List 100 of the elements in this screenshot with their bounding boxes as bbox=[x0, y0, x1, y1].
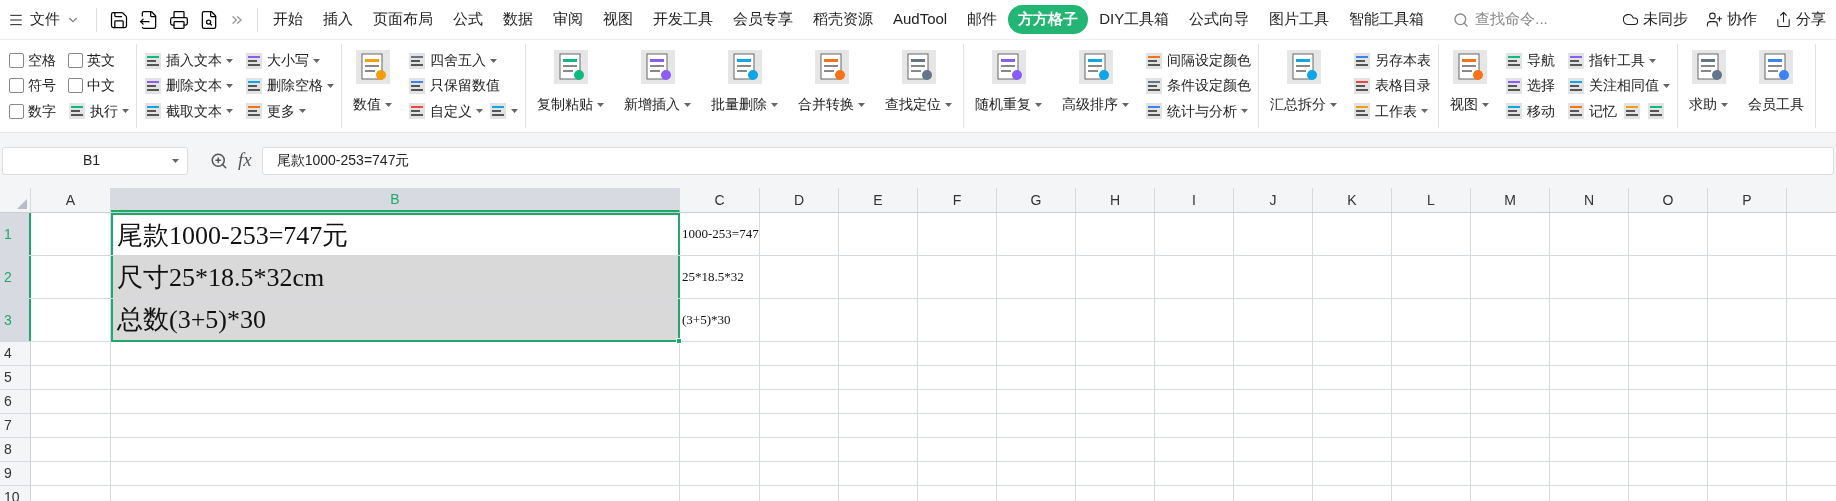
ribbon-button[interactable]: 删除文本 bbox=[144, 75, 233, 97]
ribbon-button[interactable]: 工作表 bbox=[1353, 100, 1428, 122]
ribbon-button[interactable]: 四舍五入 bbox=[408, 50, 497, 72]
ribbon-button[interactable]: 只保留数值 bbox=[408, 75, 500, 97]
ribbon-large-button[interactable]: 视图 bbox=[1446, 44, 1493, 128]
row-header[interactable]: 9 bbox=[0, 462, 31, 485]
column-header[interactable]: F bbox=[918, 188, 997, 212]
file-menu-button[interactable]: 文件 bbox=[8, 8, 90, 31]
checkbox[interactable] bbox=[68, 53, 83, 69]
column-header[interactable]: N bbox=[1550, 188, 1629, 212]
function-label[interactable]: fx bbox=[238, 146, 252, 175]
row-header[interactable]: 7 bbox=[0, 414, 31, 437]
ribbon-button[interactable]: 指针工具 bbox=[1567, 50, 1656, 72]
formula-field[interactable]: 尾款1000-253=747元 bbox=[261, 146, 1834, 175]
ribbon-button[interactable]: 删除空格 bbox=[245, 75, 334, 97]
ribbon-large-button[interactable]: 求助 bbox=[1685, 44, 1732, 128]
ribbon-button[interactable]: 选择 bbox=[1505, 75, 1555, 97]
ribbon-large-button[interactable]: 会员工具 bbox=[1744, 44, 1808, 128]
ribbon-button[interactable]: 表格目录 bbox=[1353, 75, 1431, 97]
menu-tab[interactable]: 视图 bbox=[594, 5, 642, 34]
menu-tab[interactable]: 页面布局 bbox=[364, 5, 442, 34]
menu-tab[interactable]: 插入 bbox=[314, 5, 362, 34]
menu-tab[interactable]: 开发工具 bbox=[644, 5, 722, 34]
checkbox-option[interactable]: 中文 bbox=[68, 75, 115, 97]
column-header[interactable]: H bbox=[1076, 188, 1155, 212]
menu-tab[interactable]: 会员专享 bbox=[724, 5, 802, 34]
ribbon-large-button[interactable]: 随机重复 bbox=[971, 44, 1046, 128]
column-header[interactable]: O bbox=[1629, 188, 1708, 212]
icon-button[interactable] bbox=[489, 102, 518, 121]
print-icon[interactable] bbox=[169, 9, 189, 30]
column-header[interactable]: K bbox=[1313, 188, 1392, 212]
row-header[interactable]: 8 bbox=[0, 438, 31, 461]
menu-tab[interactable]: 数据 bbox=[494, 5, 542, 34]
menu-tab[interactable]: 开始 bbox=[264, 5, 312, 34]
row-header[interactable]: 6 bbox=[0, 390, 31, 413]
column-header[interactable]: G bbox=[997, 188, 1076, 212]
ribbon-button[interactable]: 条件设定颜色 bbox=[1145, 75, 1251, 97]
menu-tab[interactable]: 公式 bbox=[444, 5, 492, 34]
menu-tab[interactable]: 邮件 bbox=[958, 5, 1007, 34]
menu-tab[interactable]: 审阅 bbox=[544, 5, 592, 34]
ribbon-button[interactable]: 导航 bbox=[1505, 50, 1555, 72]
caret-icon bbox=[490, 58, 497, 63]
menu-tab[interactable]: 公式向导 bbox=[1180, 5, 1259, 34]
header-action-button[interactable]: 分享 bbox=[1775, 8, 1826, 31]
checkbox-option[interactable]: 数字 bbox=[9, 100, 56, 122]
checkbox[interactable] bbox=[9, 78, 24, 94]
ribbon-large-button[interactable]: 新增插入 bbox=[620, 44, 695, 128]
icon-button[interactable] bbox=[1623, 102, 1641, 121]
icon-button[interactable] bbox=[1647, 102, 1665, 121]
ribbon-button[interactable]: 更多 bbox=[245, 100, 306, 122]
checkbox-option[interactable]: 符号 bbox=[9, 75, 56, 97]
ribbon-large-button[interactable]: 复制粘贴 bbox=[533, 44, 608, 128]
header-action-button[interactable]: 协作 bbox=[1706, 8, 1757, 31]
column-header[interactable]: I bbox=[1155, 188, 1234, 212]
menu-tab[interactable]: 稻壳资源 bbox=[804, 5, 882, 34]
column-header[interactable]: L bbox=[1392, 188, 1471, 212]
ribbon-large-button[interactable]: 查找定位 bbox=[881, 44, 956, 128]
ribbon-button[interactable]: 大小写 bbox=[245, 50, 320, 72]
ribbon-button[interactable]: 自定义 bbox=[408, 100, 483, 122]
ribbon-large-button[interactable]: 合并转换 bbox=[794, 44, 869, 128]
ribbon-button[interactable]: 关注相同值 bbox=[1567, 75, 1670, 97]
ribbon-button[interactable]: 记忆 bbox=[1567, 100, 1617, 122]
column-header[interactable]: M bbox=[1471, 188, 1550, 212]
menu-tab[interactable]: AudTool bbox=[884, 5, 957, 34]
share-icon bbox=[1775, 11, 1792, 28]
menu-tab[interactable]: 智能工具箱 bbox=[1340, 5, 1434, 34]
checkbox[interactable] bbox=[9, 103, 24, 119]
ribbon-button[interactable]: 截取文本 bbox=[144, 100, 233, 122]
caret-icon bbox=[1421, 109, 1428, 114]
checkbox-option[interactable]: 英文 bbox=[68, 50, 115, 72]
preview-icon[interactable] bbox=[199, 9, 219, 30]
row-header[interactable]: 4 bbox=[0, 342, 31, 365]
search-field[interactable]: 查找命令... bbox=[1453, 8, 1586, 31]
name-box[interactable]: B1 bbox=[2, 146, 188, 175]
ribbon-large-button[interactable]: 高级排序 bbox=[1058, 44, 1133, 128]
ribbon-large-button[interactable]: 数值 bbox=[349, 44, 396, 128]
column-header[interactable]: J bbox=[1234, 188, 1313, 212]
ribbon-button[interactable]: 移动 bbox=[1505, 100, 1555, 122]
ribbon-button[interactable]: 插入文本 bbox=[144, 50, 233, 72]
header-action-button[interactable]: 未同步 bbox=[1622, 8, 1688, 31]
export-icon[interactable] bbox=[139, 9, 159, 30]
zoom-icon[interactable] bbox=[210, 151, 228, 170]
menu-tab[interactable]: DIY工具箱 bbox=[1090, 5, 1179, 34]
fill-handle[interactable] bbox=[676, 338, 682, 344]
column-header[interactable]: D bbox=[760, 188, 839, 212]
checkbox[interactable] bbox=[9, 53, 24, 69]
ribbon-button[interactable]: 间隔设定颜色 bbox=[1145, 50, 1251, 72]
ribbon-button[interactable]: 执行 bbox=[68, 100, 129, 122]
column-header[interactable]: P bbox=[1708, 188, 1787, 212]
row-header[interactable]: 5 bbox=[0, 366, 31, 389]
ribbon-large-button[interactable]: 批量删除 bbox=[707, 44, 782, 128]
ribbon-large-button[interactable]: 汇总拆分 bbox=[1266, 44, 1341, 128]
ribbon-button[interactable]: 统计与分析 bbox=[1145, 100, 1248, 122]
menu-tab[interactable]: 图片工具 bbox=[1260, 5, 1339, 34]
checkbox-option[interactable]: 空格 bbox=[9, 50, 56, 72]
ribbon-button[interactable]: 另存本表 bbox=[1353, 50, 1431, 72]
save-icon[interactable] bbox=[109, 9, 129, 30]
checkbox[interactable] bbox=[68, 78, 83, 94]
column-header[interactable]: C bbox=[680, 188, 760, 212]
column-header[interactable]: E bbox=[839, 188, 918, 212]
